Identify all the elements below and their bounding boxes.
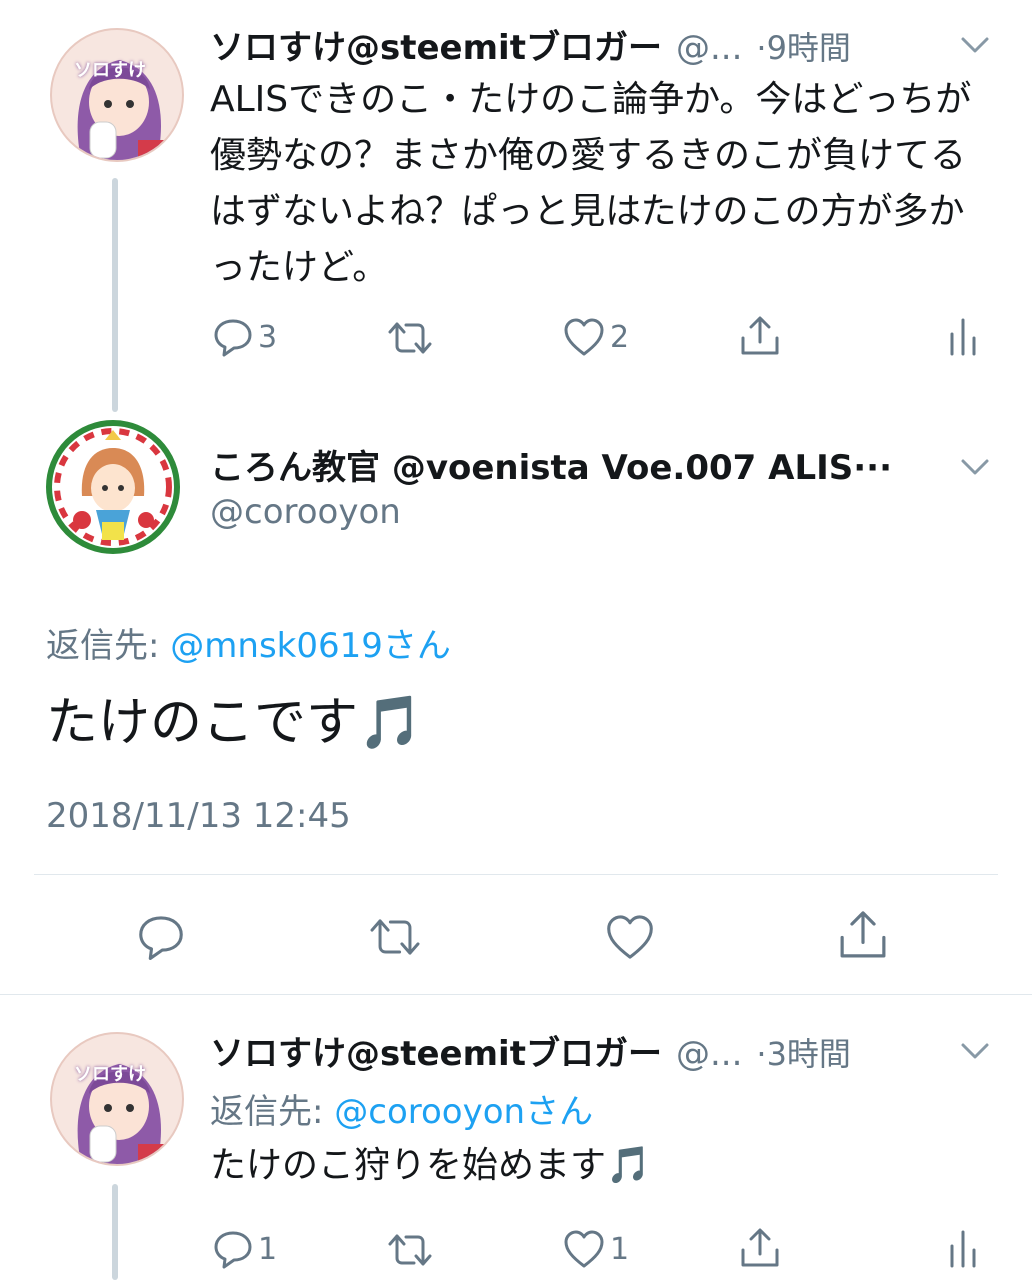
display-name[interactable]: ソロすけ@steemitブロガー	[210, 20, 662, 69]
like-icon	[607, 915, 653, 959]
retweet-icon	[370, 919, 420, 955]
reply-button[interactable]	[136, 912, 186, 962]
thread-line	[112, 1184, 118, 1280]
like-count: 2	[610, 319, 630, 355]
reply-label: 返信先:	[46, 626, 160, 666]
like-count: 1	[610, 1231, 630, 1267]
share-icon	[741, 1228, 779, 1267]
reply-context: 返信先: @corooyonさん	[210, 1084, 593, 1133]
avatar-illustration	[77, 60, 168, 160]
retweet-button[interactable]	[366, 914, 424, 960]
handle[interactable]: @corooyon	[210, 492, 401, 532]
retweet-button[interactable]	[386, 318, 434, 358]
avatar[interactable]: ソロすけ	[50, 1032, 184, 1166]
chevron-down-icon[interactable]	[958, 28, 992, 62]
avatar-label: ソロすけ	[74, 1064, 146, 1085]
divider	[0, 994, 1032, 995]
tweet-text: たけのこです🎵	[46, 693, 423, 753]
reply-to-link[interactable]: @corooyonさん	[334, 1092, 593, 1132]
reply-button[interactable]: 1	[212, 1228, 277, 1270]
share-button[interactable]	[738, 314, 782, 358]
handle[interactable]: @...	[676, 28, 742, 68]
reply-icon	[214, 1231, 252, 1269]
like-button[interactable]: 1	[562, 1228, 629, 1270]
timestamp[interactable]: ·9時間	[756, 23, 851, 69]
avatar-illustration	[77, 1064, 168, 1164]
analytics-icon	[950, 318, 976, 356]
avatar[interactable]	[46, 420, 180, 554]
reply-count: 3	[258, 319, 278, 355]
analytics-button[interactable]	[946, 1228, 980, 1270]
like-button[interactable]: 2	[562, 316, 629, 358]
timestamp[interactable]: ·3時間	[756, 1029, 851, 1075]
share-button[interactable]	[836, 908, 890, 962]
reply-context: 返信先: @mnsk0619さん	[46, 618, 451, 667]
analytics-icon	[950, 1230, 976, 1268]
tweet-text: ALISできのこ・たけのこ論争か。今はどっちが優勢なの？まさか俺の愛するきのこが…	[210, 79, 972, 288]
like-button[interactable]	[604, 912, 656, 962]
retweet-icon	[388, 322, 432, 354]
avatar[interactable]: ソロすけ	[50, 28, 184, 162]
reply-label: 返信先:	[210, 1092, 324, 1132]
reply-icon	[214, 319, 252, 357]
thread-line	[112, 178, 118, 412]
share-icon	[840, 911, 886, 958]
reply-to-link[interactable]: @mnsk0619さん	[170, 626, 451, 666]
share-icon	[741, 316, 779, 355]
retweet-button[interactable]	[386, 1230, 434, 1270]
chevron-down-icon[interactable]	[958, 1034, 992, 1068]
like-icon	[564, 1230, 604, 1268]
analytics-button[interactable]	[946, 316, 980, 358]
retweet-icon	[388, 1234, 432, 1266]
like-icon	[564, 318, 604, 356]
tweet-text: たけのこ狩りを始めます🎵	[210, 1145, 651, 1186]
handle[interactable]: @...	[676, 1034, 742, 1074]
chevron-down-icon[interactable]	[958, 450, 992, 484]
avatar-label: ソロすけ	[74, 60, 146, 81]
reply-button[interactable]: 3	[212, 316, 277, 358]
reply-count: 1	[258, 1231, 278, 1267]
share-button[interactable]	[738, 1226, 782, 1270]
avatar-illustration	[54, 428, 172, 546]
divider	[34, 874, 998, 875]
full-timestamp[interactable]: 2018/11/13 12:45	[46, 796, 351, 836]
display-name[interactable]: ソロすけ@steemitブロガー	[210, 1026, 662, 1075]
reply-icon	[139, 916, 183, 960]
display-name[interactable]: ころん教官 @voenista Voe.007 ALIS···	[210, 440, 892, 489]
